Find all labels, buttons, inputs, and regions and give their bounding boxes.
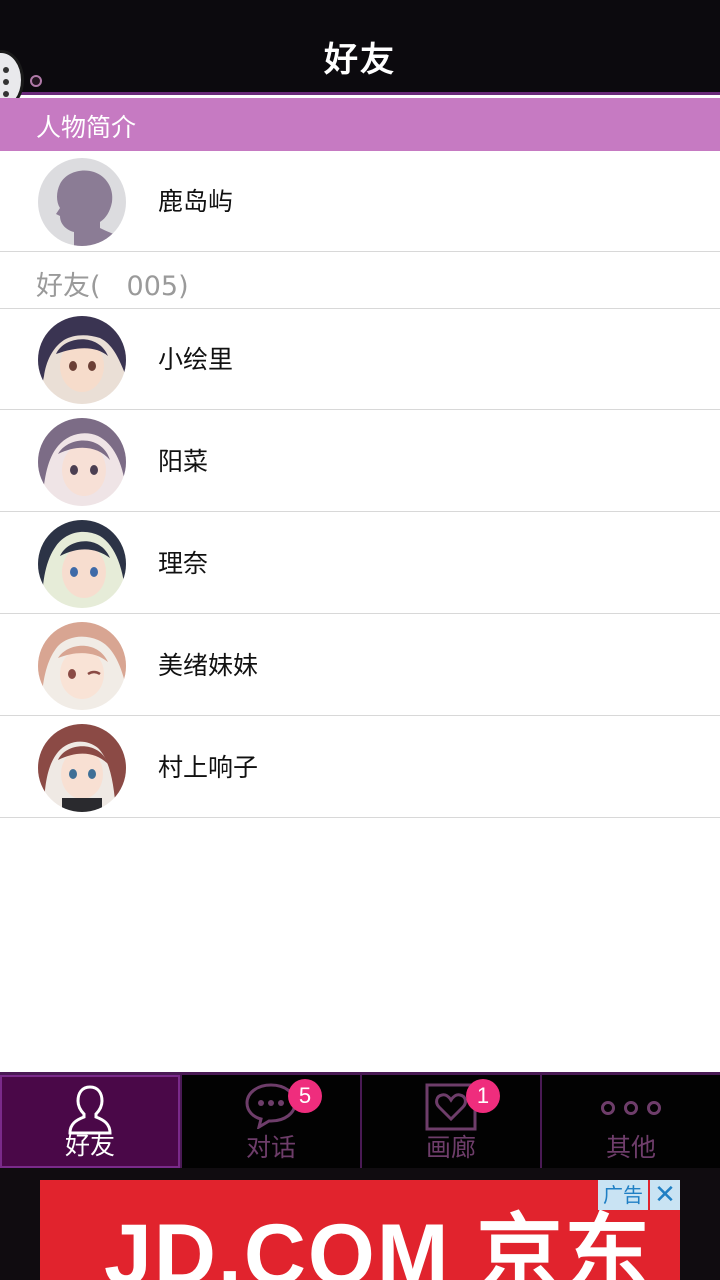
friend-row[interactable]: 小绘里 (0, 309, 720, 410)
bottom-tab-bar: 好友 5 对话 1 画廊 其他 (0, 1072, 720, 1168)
tab-gallery[interactable]: 1 画廊 (360, 1075, 540, 1168)
tab-label: 好友 (64, 1131, 115, 1160)
profile-section-header: 人物简介 (0, 98, 720, 151)
tab-label: 画廊 (425, 1133, 476, 1162)
ad-banner[interactable]: JD.COM 京东 (40, 1180, 680, 1280)
friend-name: 美绪妹妹 (158, 651, 259, 680)
dot-icon (3, 67, 9, 73)
friend-name: 小绘里 (158, 345, 234, 374)
friend-name: 村上响子 (158, 753, 259, 782)
avatar (38, 724, 126, 812)
more-dots-icon (599, 1099, 663, 1121)
avatar-silhouette (38, 158, 126, 246)
tab-label: 其他 (605, 1133, 656, 1162)
avatar (38, 418, 126, 506)
friend-row[interactable]: 理奈 (0, 513, 720, 614)
top-bar: 好友 (0, 0, 720, 95)
ad-text: JD.COM 京东 (104, 1207, 653, 1280)
close-icon[interactable]: ✕ (650, 1180, 680, 1210)
ad-label: 广告 (598, 1180, 648, 1210)
dot-icon (3, 79, 9, 85)
friend-row[interactable]: 美绪妹妹 (0, 615, 720, 716)
avatar (38, 622, 126, 710)
menu-pin-icon (30, 75, 42, 87)
profile-name: 鹿岛屿 (158, 187, 234, 216)
tab-label: 对话 (245, 1133, 296, 1162)
friend-row[interactable]: 阳菜 (0, 411, 720, 512)
friend-row[interactable]: 村上响子 (0, 717, 720, 818)
profile-row[interactable]: 鹿岛屿 (0, 151, 720, 252)
avatar (38, 316, 126, 404)
dot-icon (3, 91, 9, 97)
tab-chat[interactable]: 5 对话 (180, 1075, 360, 1168)
chat-badge: 5 (288, 1079, 322, 1113)
page-title: 好友 (324, 40, 396, 80)
tab-friends[interactable]: 好友 (0, 1075, 180, 1168)
friends-section-header: 好友(005) (0, 253, 720, 309)
friend-name: 阳菜 (158, 447, 209, 476)
tab-more[interactable]: 其他 (540, 1075, 720, 1168)
gallery-badge: 1 (466, 1079, 500, 1113)
avatar (38, 520, 126, 608)
friend-name: 理奈 (158, 549, 209, 578)
